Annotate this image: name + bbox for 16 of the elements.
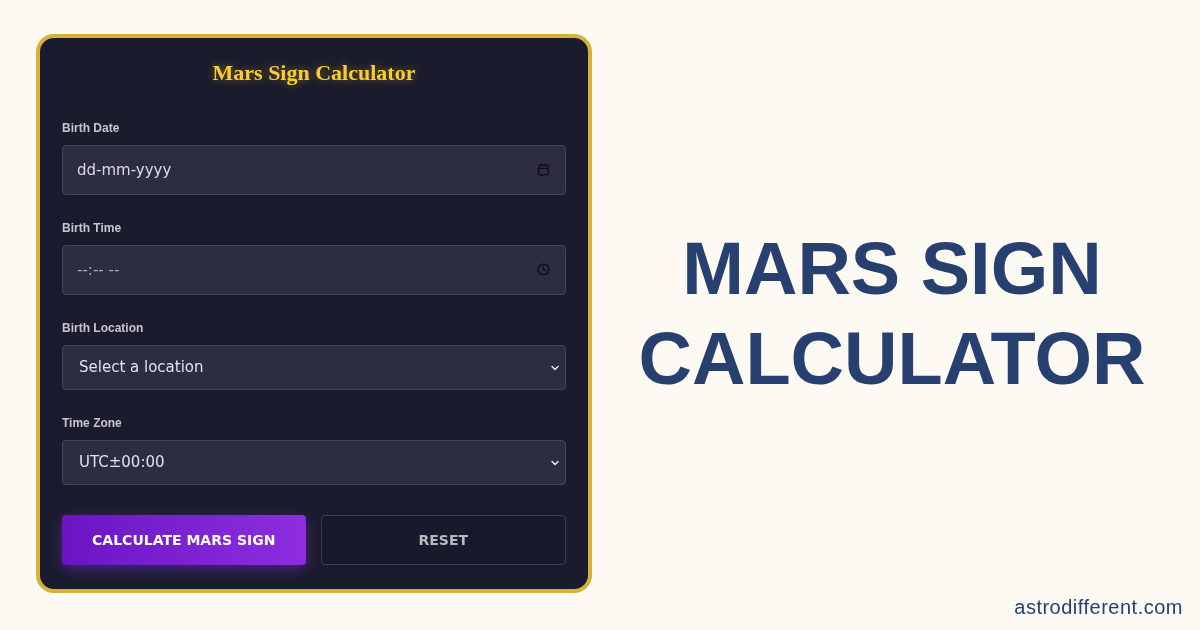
reset-button[interactable]: RESET <box>320 515 566 565</box>
field-label: Time Zone <box>62 415 123 431</box>
calculate-button[interactable]: CALCULATE MARS SIGN <box>62 515 306 565</box>
site-url: astrodifferent.com <box>1014 595 1183 620</box>
date-field[interactable]: dd-mm-yyyy <box>62 145 566 195</box>
select-field[interactable]: Select a location <box>62 345 566 390</box>
headline: MARS SIGN <box>682 226 1102 312</box>
clock-icon[interactable] <box>537 263 550 276</box>
headline: CALCULATOR <box>638 316 1146 402</box>
select-field[interactable]: UTC±00:00 <box>62 440 566 485</box>
time-field[interactable]: --:-- -- <box>62 245 566 295</box>
field-label: Birth Date <box>62 120 121 136</box>
field-label: Birth Location <box>62 320 145 336</box>
card-title: Mars Sign Calculator <box>212 59 416 87</box>
calendar-icon[interactable] <box>537 163 550 176</box>
field-label: Birth Time <box>62 220 123 236</box>
